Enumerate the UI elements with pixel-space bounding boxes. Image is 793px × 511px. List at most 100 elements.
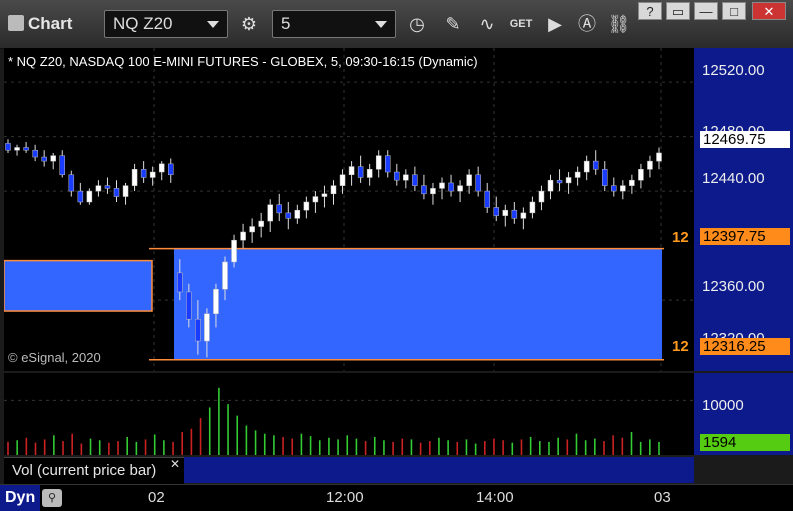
- candle-body: [113, 188, 120, 197]
- lower-price-tag: 12316.25: [700, 338, 790, 355]
- candle-body: [14, 147, 20, 151]
- chevron-down-icon[interactable]: [375, 21, 387, 28]
- candle-body: [41, 156, 47, 162]
- candle-body: [583, 160, 590, 173]
- candle-body: [195, 318, 201, 342]
- restore-button[interactable]: ▭: [666, 2, 690, 20]
- candle-body: [95, 185, 102, 192]
- settings-gear-icon[interactable]: ⚙: [236, 11, 262, 37]
- last-price-tag: 12469.75: [700, 131, 790, 148]
- candle-body: [475, 174, 481, 192]
- candle-body: [258, 220, 264, 227]
- symbol-value: NQ Z20: [113, 14, 173, 33]
- candle-body: [32, 149, 38, 158]
- candle-body: [394, 171, 400, 181]
- price-axis-label: 12440.00: [702, 170, 765, 187]
- candle-body: [59, 155, 65, 175]
- help-button[interactable]: ?: [638, 2, 662, 20]
- candle-body: [375, 155, 382, 170]
- time-axis-label: 12:00: [326, 489, 364, 506]
- candle-body: [412, 174, 418, 186]
- candle-body: [86, 190, 93, 203]
- price-chart[interactable]: * NQ Z20, NASDAQ 100 E-MINI FUTURES - GL…: [4, 48, 694, 371]
- chart-legend: * NQ Z20, NASDAQ 100 E-MINI FUTURES - GL…: [8, 54, 478, 69]
- candle-body: [50, 155, 56, 162]
- volume-axis-label: 10000: [702, 397, 744, 414]
- price-axis[interactable]: 12520.00 12480.00 12440.00 12360.00 1232…: [694, 48, 793, 371]
- candle-body: [131, 169, 138, 186]
- candle-body: [276, 204, 282, 214]
- candle-body: [294, 209, 301, 219]
- candle-body: [502, 209, 509, 216]
- link-icon[interactable]: ⛓: [606, 11, 632, 37]
- candle-body: [466, 174, 472, 186]
- candle-body: [366, 169, 373, 178]
- candle-body: [520, 212, 527, 219]
- copyright-text: © eSignal, 2020: [8, 350, 101, 365]
- candle-body: [68, 174, 75, 192]
- candle-body: [629, 179, 635, 186]
- title-bar: Chart NQ Z20 ⚙ 5 ◷ ✎ ∿ GET ▶ Ⓐ ⛓ ? ▭ — □…: [0, 0, 793, 49]
- chevron-down-icon[interactable]: [207, 21, 219, 28]
- chart-app-icon: [8, 15, 24, 31]
- candle-body: [448, 182, 454, 192]
- alert-icon[interactable]: Ⓐ: [574, 11, 600, 37]
- volume-chart[interactable]: [4, 373, 694, 455]
- candle-body: [385, 155, 391, 173]
- close-icon[interactable]: ✕: [170, 457, 180, 471]
- candle-body: [330, 185, 337, 195]
- clock-icon[interactable]: ◷: [404, 11, 430, 37]
- candle-body: [122, 185, 129, 197]
- candle-body: [77, 190, 84, 203]
- candle-body: [656, 152, 662, 162]
- price-axis-label: 12360.00: [702, 278, 765, 295]
- indicator-icon[interactable]: ∿: [474, 11, 500, 37]
- candle-body: [186, 291, 192, 320]
- volume-study-text: Vol (current price bar): [12, 462, 157, 479]
- candle-body: [565, 177, 572, 184]
- candle-body: [493, 207, 499, 216]
- symbol-combo[interactable]: NQ Z20: [104, 10, 228, 38]
- candle-body: [357, 166, 364, 178]
- candle-body: [204, 313, 210, 342]
- candle-body: [647, 160, 653, 170]
- candle-body: [457, 185, 463, 192]
- candle-body: [638, 169, 644, 181]
- get-icon[interactable]: GET: [508, 11, 534, 37]
- price-chart-canvas: [4, 48, 694, 371]
- candle-body: [439, 182, 445, 189]
- candle-body: [348, 166, 355, 175]
- play-icon[interactable]: ▶: [542, 11, 568, 37]
- volume-study-label[interactable]: Vol (current price bar): [4, 457, 184, 484]
- price-axis-label: 12520.00: [702, 62, 765, 79]
- candle-body: [312, 196, 319, 203]
- upper-level-marker: 12: [672, 229, 689, 246]
- interval-value: 5: [281, 14, 291, 33]
- lock-icon[interactable]: ⚲: [42, 489, 62, 507]
- candle-body: [421, 185, 427, 195]
- lower-level-marker: 12: [672, 338, 689, 355]
- candle-body: [168, 163, 174, 175]
- dynamic-mode-button[interactable]: Dyn: [0, 485, 40, 511]
- candle-body: [484, 190, 490, 208]
- candle-body: [104, 185, 111, 189]
- candle-body: [5, 143, 11, 151]
- candle-body: [556, 179, 563, 184]
- time-axis[interactable]: Dyn ⚲ 02 12:00 14:00 03: [0, 484, 793, 511]
- candle-body: [339, 174, 346, 186]
- candle-body: [403, 174, 409, 181]
- candle-body: [222, 261, 228, 290]
- interval-combo[interactable]: 5: [272, 10, 396, 38]
- maximize-button[interactable]: □: [722, 2, 746, 20]
- price-zone: [174, 248, 662, 360]
- volume-axis[interactable]: 10000 1594: [694, 373, 793, 455]
- candle-body: [620, 185, 626, 192]
- close-button[interactable]: ✕: [752, 2, 786, 20]
- candle-body: [231, 239, 237, 263]
- candle-body: [602, 169, 608, 186]
- candle-body: [547, 179, 554, 192]
- candle-body: [140, 169, 147, 178]
- candle-body: [538, 190, 545, 203]
- pencil-icon[interactable]: ✎: [440, 11, 466, 37]
- minimize-button[interactable]: —: [694, 2, 718, 20]
